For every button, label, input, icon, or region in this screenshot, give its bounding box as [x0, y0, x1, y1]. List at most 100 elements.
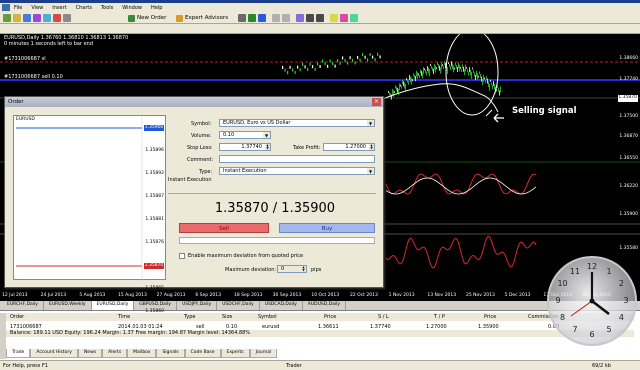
chart-tab-eurusd-daily[interactable]: EURUSD,Daily [91, 301, 135, 310]
candle [471, 71, 472, 79]
candle [347, 61, 349, 65]
col-type[interactable]: Type [184, 314, 195, 320]
symbol-select[interactable]: EURUSD, Euro vs US Dollar ▼ [219, 119, 375, 127]
strategy-tester-icon[interactable] [63, 14, 71, 22]
candle [420, 69, 421, 74]
periods-icon[interactable] [340, 14, 348, 22]
candlestick-icon[interactable] [248, 14, 256, 22]
candle [443, 66, 444, 70]
buy-button[interactable]: Buy [279, 223, 375, 233]
candle [448, 62, 449, 65]
autoscroll-icon[interactable] [306, 14, 314, 22]
market-watch-icon[interactable] [23, 14, 31, 22]
terminal-tab-news[interactable]: News [77, 349, 103, 358]
candle [475, 75, 476, 81]
navigator-icon[interactable] [43, 14, 51, 22]
line-chart-icon[interactable] [258, 14, 266, 22]
candle [312, 65, 314, 69]
menu-window[interactable]: Window [122, 5, 142, 11]
menu-tools[interactable]: Tools [101, 5, 113, 11]
terminal-tab-signals[interactable]: Signals [156, 349, 185, 358]
date-tick-label: 18 Sep 2013 [234, 293, 263, 298]
col-price[interactable]: Price [324, 314, 336, 320]
balance-row: Balance: 189.11 USD Equity: 196.24 Margi… [6, 330, 634, 337]
chevron-down-icon: ▼ [367, 168, 374, 174]
menu-file[interactable]: File [14, 5, 22, 11]
candle [369, 53, 371, 56]
terminal-icon[interactable] [53, 14, 61, 22]
volume-field[interactable]: 0.10 ▼ [219, 131, 271, 139]
close-icon[interactable]: × [372, 98, 381, 106]
zoom-in-icon[interactable] [272, 14, 280, 22]
terminal-tab-trade[interactable]: Trade [6, 349, 31, 358]
menu-help[interactable]: Help [151, 5, 162, 11]
spinner-icon[interactable]: ▲ ▼ [369, 144, 374, 150]
spinner-icon[interactable]: ▲ ▼ [265, 144, 270, 150]
candle [367, 58, 369, 62]
col-current-price[interactable]: Price [484, 314, 496, 320]
candle [469, 67, 470, 73]
candle [405, 83, 406, 91]
chart-shift-icon[interactable] [316, 14, 324, 22]
col-time[interactable]: Time [118, 314, 130, 320]
candle [407, 79, 408, 83]
menu-charts[interactable]: Charts [76, 5, 92, 11]
tile-windows-icon[interactable] [296, 14, 304, 22]
chart-tab-usdcad-daily[interactable]: USDCAD,Daily [260, 301, 303, 310]
spinner-icon[interactable]: ▲ ▼ [301, 266, 306, 272]
col-sl[interactable]: S / L [378, 314, 389, 320]
new-order-label: New Order [137, 15, 167, 21]
candle [426, 71, 427, 76]
candle [319, 65, 321, 68]
candle [364, 55, 366, 59]
templates-icon[interactable] [350, 14, 358, 22]
table-row[interactable]: 1731006687 2014.01.03 01:24 sell 0.10 eu… [6, 323, 634, 330]
terminal-tab-mailbox[interactable]: Mailbox [127, 349, 157, 358]
chart-tab-eurchf-daily[interactable]: EURCHF,Daily [2, 301, 44, 310]
chart-tab-usdchf-daily[interactable]: USDCHF,Daily [217, 301, 260, 310]
menu-view[interactable]: View [31, 5, 43, 11]
new-order-button[interactable]: New Order [128, 13, 166, 23]
col-size[interactable]: Size [222, 314, 232, 320]
chart-tabs: EURCHF,Daily EURUSD,Weekly EURUSD,Daily GBP… [0, 301, 640, 310]
chart-tab-usdjpy-daily[interactable]: USDJPY,Daily [177, 301, 218, 310]
col-symbol[interactable]: Symbol [258, 314, 277, 320]
type-select[interactable]: Instant Execution ▼ [219, 167, 375, 175]
candle [394, 91, 395, 94]
profiles-icon[interactable] [13, 14, 21, 22]
max-deviation-field[interactable]: 0 ▲ ▼ [277, 265, 307, 273]
candle [494, 83, 495, 90]
type-value: Instant Execution [223, 168, 267, 174]
terminal-tab-alerts[interactable]: Alerts [102, 349, 128, 358]
data-window-icon[interactable] [33, 14, 41, 22]
candle [322, 59, 324, 63]
expert-advisors-button[interactable]: Expert Advisors [176, 13, 228, 23]
volume-label: Volume: [191, 133, 212, 139]
axis-price: 1.37500 [619, 114, 638, 119]
candle [399, 83, 400, 91]
new-chart-icon[interactable] [3, 14, 11, 22]
deviation-checkbox[interactable] [179, 253, 185, 259]
chart-tab-eurusd-weekly[interactable]: EURUSD,Weekly [44, 301, 92, 310]
chart-tab-audusd-daily[interactable]: AUDUSD,Daily [303, 301, 347, 310]
comment-field[interactable] [219, 155, 375, 163]
dialog-title[interactable]: Order [5, 97, 383, 107]
col-order[interactable]: Order [10, 314, 24, 320]
terminal-tab-experts[interactable]: Experts [220, 349, 250, 358]
col-tp[interactable]: T / P [434, 314, 445, 320]
candle [486, 75, 487, 80]
take-profit-field[interactable]: 1.27000 ▲ ▼ [323, 143, 375, 151]
terminal-tab-code-base[interactable]: Code Base [184, 349, 221, 358]
candle [478, 75, 479, 78]
sell-button[interactable]: Sell [179, 223, 269, 233]
menu-insert[interactable]: Insert [52, 5, 66, 11]
axis-price: 1.36870 [619, 134, 638, 139]
zoom-out-icon[interactable] [282, 14, 290, 22]
candle [362, 53, 364, 57]
terminal-tab-account-history[interactable]: Account History [30, 349, 78, 358]
stop-loss-field[interactable]: 1.37740 ▲ ▼ [219, 143, 271, 151]
bar-chart-icon[interactable] [238, 14, 246, 22]
terminal-tab-journal[interactable]: Journal [249, 349, 278, 358]
candle [487, 78, 488, 84]
indicators-icon[interactable] [330, 14, 338, 22]
